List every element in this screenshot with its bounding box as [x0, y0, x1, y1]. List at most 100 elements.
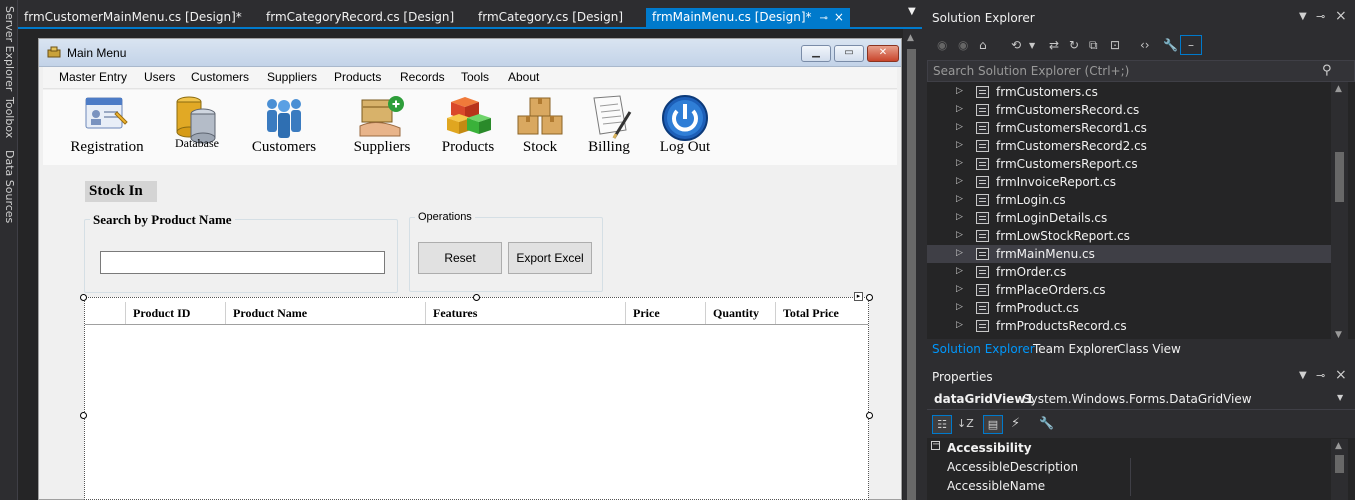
tool-stock[interactable]: Stock: [510, 92, 570, 162]
tool-suppliers[interactable]: Suppliers: [339, 92, 425, 162]
back-icon[interactable]: ◉: [937, 38, 947, 52]
menu-products[interactable]: Products: [334, 70, 381, 84]
side-tab-server-explorer[interactable]: Server Explorer: [0, 6, 16, 91]
export-excel-button[interactable]: Export Excel: [508, 242, 592, 274]
menu-suppliers[interactable]: Suppliers: [267, 70, 317, 84]
search-input[interactable]: [100, 251, 385, 274]
close-button[interactable]: ✕: [867, 45, 899, 62]
tab-team-explorer[interactable]: Team Explorer: [1033, 342, 1119, 356]
tool-billing[interactable]: Billing: [575, 92, 643, 162]
expand-icon[interactable]: ▷: [956, 248, 963, 258]
show-all-files-icon[interactable]: ⊡: [1110, 38, 1120, 52]
properties-icon[interactable]: 🔧: [1163, 38, 1178, 52]
menu-about[interactable]: About: [508, 70, 539, 84]
sync-dropdown-icon[interactable]: ▼: [1029, 41, 1035, 50]
scrollbar-thumb[interactable]: [1335, 455, 1344, 473]
collapse-icon[interactable]: −: [931, 440, 940, 450]
pin-icon[interactable]: ⊸: [1316, 10, 1325, 23]
tree-item-selected[interactable]: ▷ frmMainMenu.cs: [927, 245, 1331, 263]
tree-item[interactable]: ▷ frmProduct.cs: [927, 299, 1331, 317]
solution-search-input[interactable]: Search Solution Explorer (Ctrl+;) ⚲: [927, 60, 1355, 82]
search-icon[interactable]: ⚲: [1322, 63, 1332, 78]
column-features[interactable]: Features: [426, 302, 626, 324]
resize-handle[interactable]: [473, 294, 480, 301]
expand-icon[interactable]: ▷: [956, 176, 963, 186]
menu-users[interactable]: Users: [144, 70, 175, 84]
dropdown-icon[interactable]: ▼: [1299, 11, 1307, 22]
tree-item[interactable]: ▷ frmCustomersReport.cs: [927, 155, 1331, 173]
column-price[interactable]: Price: [626, 302, 706, 324]
tree-item[interactable]: ▷ frmCustomersRecord2.cs: [927, 137, 1331, 155]
tab-dropdown-icon[interactable]: ▼: [908, 6, 916, 17]
tab-frmcustomermainmenu[interactable]: frmCustomerMainMenu.cs [Design]*: [18, 8, 248, 27]
expand-icon[interactable]: ▷: [956, 284, 963, 294]
object-selector[interactable]: dataGridView1 System.Windows.Forms.DataG…: [927, 388, 1355, 410]
menu-customers[interactable]: Customers: [191, 70, 249, 84]
expand-icon[interactable]: ▷: [956, 140, 963, 150]
designer-scrollbar[interactable]: ▲: [903, 29, 920, 500]
data-grid[interactable]: Product ID Product Name Features Price Q…: [84, 297, 869, 500]
tab-frmmainmenu[interactable]: frmMainMenu.cs [Design]* ⊸ ×: [646, 8, 850, 27]
scrollbar-thumb[interactable]: [907, 49, 916, 500]
resize-handle[interactable]: [80, 412, 87, 419]
resize-handle[interactable]: [80, 294, 87, 301]
side-tab-data-sources[interactable]: Data Sources: [0, 150, 16, 223]
expand-icon[interactable]: ▷: [956, 320, 963, 330]
close-icon[interactable]: ×: [1335, 8, 1347, 24]
categorized-icon[interactable]: ☷: [932, 415, 952, 434]
events-icon[interactable]: ⚡: [1011, 416, 1020, 431]
resize-handle[interactable]: [866, 294, 873, 301]
menu-master-entry[interactable]: Master Entry: [59, 70, 127, 84]
maximize-button[interactable]: ▭: [834, 45, 864, 62]
pin-icon[interactable]: ⊸: [820, 13, 828, 24]
tab-solution-explorer[interactable]: Solution Explorer: [932, 342, 1035, 356]
tree-item[interactable]: ▷ frmCustomersRecord1.cs: [927, 119, 1331, 137]
scroll-up-icon[interactable]: ▲: [1335, 441, 1342, 451]
tab-frmcategory[interactable]: frmCategory.cs [Design]: [472, 8, 629, 27]
properties-view-icon[interactable]: ▤: [983, 415, 1003, 434]
expand-icon[interactable]: ▷: [956, 122, 963, 132]
alphabetical-icon[interactable]: ↓Z: [957, 417, 974, 430]
menu-tools[interactable]: Tools: [461, 70, 489, 84]
tree-item[interactable]: ▷ frmCustomers.cs: [927, 83, 1331, 101]
tool-registration[interactable]: Registration: [57, 92, 157, 162]
minimize-button[interactable]: ▁: [801, 45, 831, 62]
expand-icon[interactable]: ▷: [956, 158, 963, 168]
side-tab-toolbox[interactable]: Toolbox: [0, 97, 16, 138]
view-code-icon[interactable]: ‹›: [1140, 38, 1150, 52]
tool-database[interactable]: Database: [166, 92, 228, 162]
tool-log-out[interactable]: Log Out: [647, 92, 723, 162]
pending-changes-icon[interactable]: ⇄: [1049, 38, 1059, 52]
tree-item[interactable]: ▷ frmLoginDetails.cs: [927, 209, 1331, 227]
scroll-up-icon[interactable]: ▲: [907, 33, 914, 43]
property-row[interactable]: AccessibleDescription: [927, 458, 1331, 477]
column-total-price[interactable]: Total Price: [776, 302, 868, 324]
tree-item[interactable]: ▷ frmLowStockReport.cs: [927, 227, 1331, 245]
column-product-id[interactable]: Product ID: [126, 302, 226, 324]
tab-frmcategoryrecord[interactable]: frmCategoryRecord.cs [Design]: [260, 8, 460, 27]
tree-item[interactable]: ▷ frmLogin.cs: [927, 191, 1331, 209]
close-icon[interactable]: ×: [834, 10, 844, 24]
scroll-up-icon[interactable]: ▲: [1335, 84, 1342, 94]
expand-icon[interactable]: ▷: [956, 266, 963, 276]
column-quantity[interactable]: Quantity: [706, 302, 776, 324]
tool-customers[interactable]: Customers: [239, 92, 329, 162]
dropdown-icon[interactable]: ▼: [1337, 393, 1343, 402]
home-icon[interactable]: ⌂: [979, 38, 987, 52]
expand-icon[interactable]: ▷: [956, 212, 963, 222]
expand-icon[interactable]: ▷: [956, 86, 963, 96]
pin-icon[interactable]: ⊸: [1316, 369, 1325, 382]
tree-item[interactable]: ▷ frmInvoiceReport.cs: [927, 173, 1331, 191]
property-row[interactable]: AccessibleName: [927, 477, 1331, 496]
collapse-all-icon[interactable]: ⧉: [1089, 38, 1098, 53]
resize-handle[interactable]: [866, 412, 873, 419]
sync-icon[interactable]: ⟲: [1011, 38, 1021, 52]
scrollbar-thumb[interactable]: [1335, 152, 1344, 202]
properties-scrollbar[interactable]: ▲: [1331, 439, 1348, 500]
property-category[interactable]: − Accessibility: [927, 439, 1331, 458]
expand-icon[interactable]: ▷: [956, 194, 963, 204]
tab-class-view[interactable]: Class View: [1117, 342, 1181, 356]
tree-item[interactable]: ▷ frmPlaceOrders.cs: [927, 281, 1331, 299]
property-pages-icon[interactable]: 🔧: [1039, 416, 1054, 430]
tree-item[interactable]: ▷ frmOrder.cs: [927, 263, 1331, 281]
